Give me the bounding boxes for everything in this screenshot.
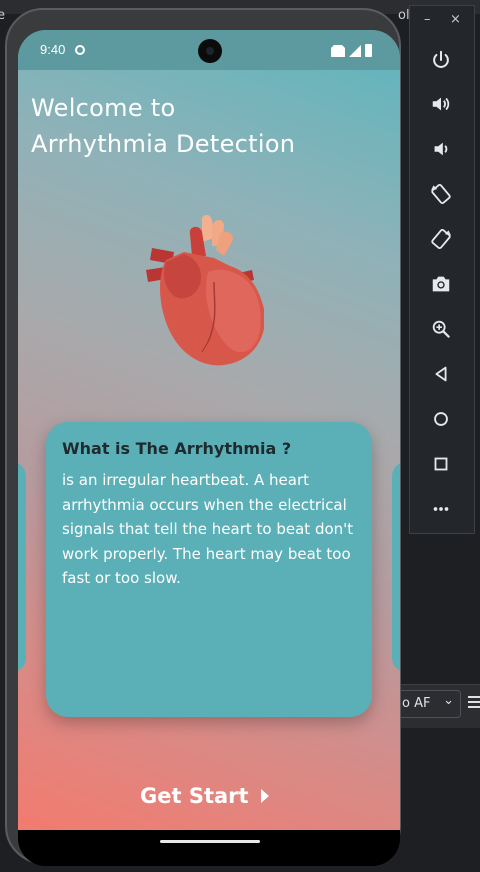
phone-frame: 9:40 Welcome to Arrhythmia Detection Wha… (5, 8, 401, 866)
minimize-button[interactable]: – (424, 12, 431, 27)
page-title: Welcome to Arrhythmia Detection (31, 90, 371, 162)
close-button[interactable]: × (450, 12, 461, 27)
card-peek-right[interactable] (392, 462, 400, 672)
app-screen: 9:40 Welcome to Arrhythmia Detection Wha… (18, 30, 400, 830)
camera-icon[interactable] (427, 270, 455, 298)
status-time: 9:40 (40, 42, 66, 57)
play-arrow-icon (260, 789, 269, 803)
title-line-1: Welcome to (31, 94, 176, 122)
rotate-left-icon[interactable] (427, 180, 455, 208)
get-start-button[interactable]: Get Start (140, 784, 269, 808)
card-peek-left[interactable] (18, 462, 26, 672)
hamburger-menu-icon[interactable] (468, 696, 480, 711)
gesture-nav-bar (18, 830, 400, 866)
system-icons (331, 43, 372, 57)
volume-up-icon[interactable] (427, 90, 455, 118)
get-start-label: Get Start (140, 784, 249, 808)
more-icon[interactable] (427, 495, 455, 523)
ide-left-fragment: e (0, 8, 5, 23)
rotate-right-icon[interactable] (427, 225, 455, 253)
home-gesture-pill[interactable] (160, 840, 260, 843)
status-bar: 9:40 (18, 30, 400, 70)
emulator-toolbar: – × (409, 5, 475, 534)
ide-dropdown-value: o AF (402, 696, 431, 711)
zoom-icon[interactable] (427, 315, 455, 343)
battery-icon (365, 44, 372, 57)
signal-icon (349, 45, 361, 57)
phone-display: 9:40 Welcome to Arrhythmia Detection Wha… (18, 30, 400, 866)
screen-root: e ol o AF ⌄ 9:40 Welcome to Arrhythmia D… (0, 0, 480, 872)
wifi-icon (331, 45, 345, 57)
ide-right-fragment: ol (398, 8, 410, 23)
heart-illustration (146, 214, 264, 366)
back-icon[interactable] (427, 360, 455, 388)
front-camera (198, 39, 222, 63)
emulator-window-controls: – × (410, 12, 476, 32)
title-line-2: Arrhythmia Detection (31, 130, 296, 158)
home-icon[interactable] (427, 405, 455, 433)
sync-status-icon (75, 45, 85, 55)
card-body: is an irregular heartbeat. A heart arrhy… (62, 471, 354, 587)
power-icon[interactable] (427, 46, 455, 74)
ide-device-dropdown[interactable]: o AF ⌄ (397, 690, 461, 718)
volume-down-icon[interactable] (427, 135, 455, 163)
info-card[interactable]: What is The Arrhythmia ? is an irregular… (46, 422, 372, 717)
overview-icon[interactable] (427, 450, 455, 478)
card-title: What is The Arrhythmia ? (62, 439, 292, 458)
chevron-down-icon: ⌄ (443, 693, 454, 708)
